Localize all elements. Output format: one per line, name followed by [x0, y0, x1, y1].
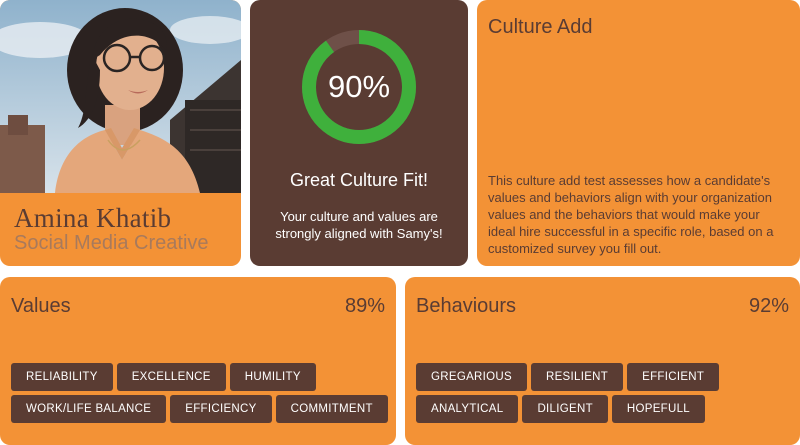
culture-fit-percent: 90% [327, 69, 391, 104]
value-tag[interactable]: EFFICIENCY [170, 395, 272, 423]
candidate-role: Social Media Creative [14, 232, 209, 254]
value-tag[interactable]: COMMITMENT [275, 395, 388, 423]
behaviours-title: Behaviours [416, 295, 517, 317]
behaviour-tag[interactable]: GREGARIOUS [416, 363, 527, 391]
values-tag-list: RELIABILITY EXCELLENCE HUMILITY WORK/LIF… [11, 363, 391, 423]
values-card: Values 89% RELIABILITY EXCELLENCE HUMILI… [0, 277, 396, 445]
values-percent: 89% [344, 295, 385, 317]
culture-fit-description: Your culture and values are strongly ali… [275, 209, 443, 241]
values-title: Values [11, 295, 71, 317]
profile-card: Amina Khatib Social Media Creative [0, 0, 241, 266]
value-tag[interactable]: HUMILITY [229, 363, 316, 391]
value-tag[interactable]: RELIABILITY [11, 363, 113, 391]
culture-add-description: This culture add test assesses how a can… [488, 173, 774, 256]
behaviours-card: Behaviours 92% GREGARIOUS RESILIENT EFFI… [405, 277, 800, 445]
profile-photo [0, 0, 241, 193]
culture-add-card: Culture Add This culture add test assess… [477, 0, 800, 266]
culture-fit-title: Great Culture Fit! [289, 170, 429, 190]
behaviour-tag[interactable]: RESILIENT [530, 363, 624, 391]
culture-add-title: Culture Add [488, 16, 593, 38]
value-tag[interactable]: WORK/LIFE BALANCE [11, 395, 167, 423]
behaviour-tag[interactable]: DILIGENT [522, 395, 608, 423]
candidate-name: Amina Khatib [14, 203, 172, 233]
value-tag[interactable]: EXCELLENCE [116, 363, 226, 391]
behaviour-tag[interactable]: HOPEFULL [611, 395, 706, 423]
behaviours-tag-list: GREGARIOUS RESILIENT EFFICIENT ANALYTICA… [416, 363, 796, 423]
behaviour-tag[interactable]: EFFICIENT [627, 363, 720, 391]
culture-fit-card: 90% Great Culture Fit! Your culture and … [250, 0, 468, 266]
behaviour-tag[interactable]: ANALYTICAL [416, 395, 519, 423]
behaviours-percent: 92% [748, 295, 789, 317]
